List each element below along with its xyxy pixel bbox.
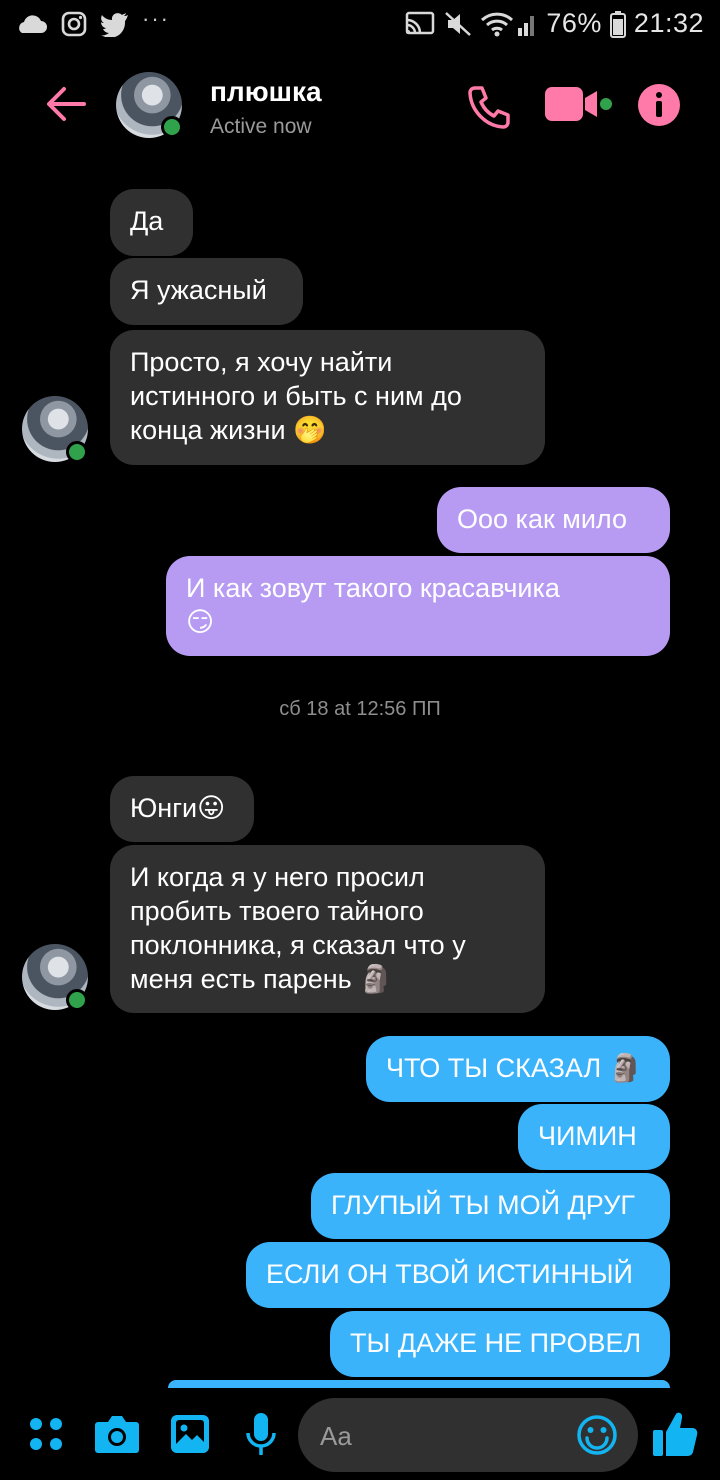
instagram-icon xyxy=(61,11,87,37)
system-indicators: 76% 21:32 xyxy=(404,8,704,39)
message-input[interactable] xyxy=(318,1416,562,1456)
outgoing-message[interactable]: ЕСЛИ ОН ТВОЙ ИСТИННЫЙ xyxy=(246,1242,670,1308)
back-arrow-icon[interactable] xyxy=(44,82,88,126)
contact-name[interactable]: плюшка xyxy=(210,76,322,108)
info-icon[interactable] xyxy=(637,83,681,127)
message-composer[interactable] xyxy=(298,1398,638,1472)
outgoing-message[interactable]: ГЛУПЫЙ ТЫ МОЙ ДРУГ xyxy=(311,1173,670,1239)
message-timestamp: сб 18 at 12:56 ПП xyxy=(279,698,441,720)
phone-call-icon[interactable] xyxy=(466,84,512,130)
battery-percent: 76% xyxy=(546,8,602,38)
twitter-icon xyxy=(101,13,128,37)
contact-active-status: Active now xyxy=(210,115,312,138)
outgoing-message[interactable]: Ооо как мило xyxy=(437,487,670,553)
cloud-icon xyxy=(19,15,47,33)
incoming-message[interactable]: И когда я у него просил пробить твоего т… xyxy=(110,845,545,1013)
camera-icon[interactable] xyxy=(94,1414,140,1454)
outgoing-message[interactable]: ЧИМИН xyxy=(518,1104,670,1170)
status-bar: ··· 76% 21:32 xyxy=(0,0,720,48)
incoming-message[interactable]: Я ужасный xyxy=(110,258,303,325)
outgoing-message-partial xyxy=(168,1380,670,1388)
outgoing-message[interactable]: ЧТО ТЫ СКАЗАЛ 🗿 xyxy=(366,1036,670,1102)
more-actions-icon[interactable] xyxy=(28,1416,64,1452)
cast-icon xyxy=(406,11,435,34)
battery-icon xyxy=(609,10,626,38)
incoming-message[interactable]: Просто, я хочу найти истинного и быть с … xyxy=(110,330,545,465)
outgoing-message[interactable]: И как зовут такого красавчика 😏 xyxy=(166,556,670,656)
online-status-dot xyxy=(66,441,88,463)
wifi-signal-icon xyxy=(481,12,535,36)
microphone-icon[interactable] xyxy=(244,1412,278,1458)
outgoing-message[interactable]: ТЫ ДАЖЕ НЕ ПРОВЕЛ xyxy=(330,1311,670,1377)
mute-icon xyxy=(445,11,472,36)
clock: 21:32 xyxy=(633,8,704,38)
incoming-message[interactable]: Да xyxy=(110,189,193,256)
incoming-message[interactable]: Юнги😛 xyxy=(110,776,254,842)
like-thumbs-up-icon[interactable] xyxy=(652,1410,698,1458)
more-notifications-dots: ··· xyxy=(142,6,170,31)
video-call-icon[interactable] xyxy=(544,86,616,122)
notification-icons: ··· xyxy=(14,6,170,38)
emoji-icon[interactable] xyxy=(576,1414,618,1456)
online-status-dot xyxy=(161,116,183,138)
online-status-dot xyxy=(66,989,88,1011)
gallery-icon[interactable] xyxy=(170,1414,210,1454)
